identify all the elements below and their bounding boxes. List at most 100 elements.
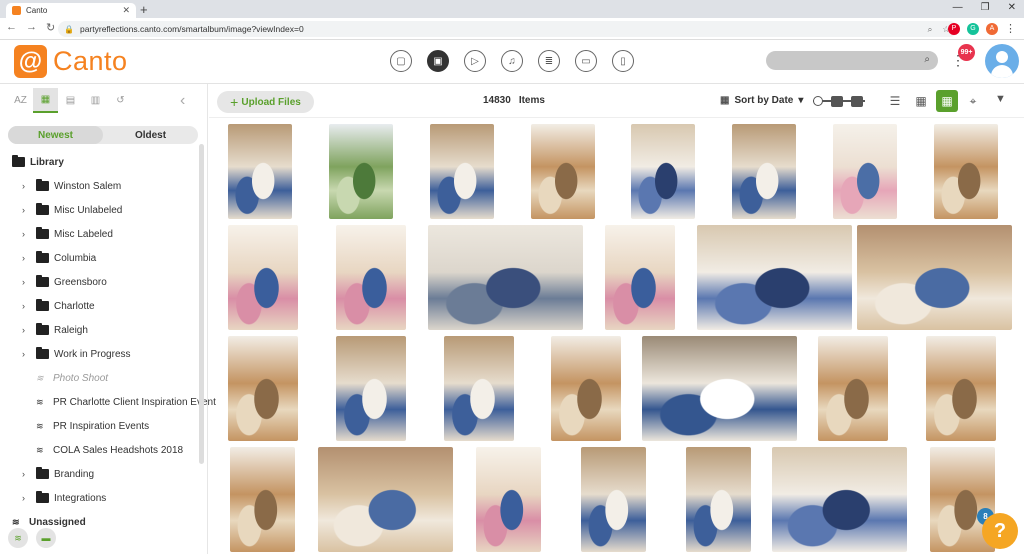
photo-thumbnail[interactable]	[430, 124, 494, 219]
grid-view-icon[interactable]: ▦	[910, 90, 932, 112]
layers-icon[interactable]: ≋	[8, 528, 28, 548]
photo-thumbnail[interactable]	[531, 124, 595, 219]
grammarly-extension-icon[interactable]: G	[967, 22, 979, 35]
tree-item[interactable]: › Raleigh	[22, 322, 88, 338]
back-icon[interactable]: ←	[6, 21, 17, 34]
photo-thumbnail[interactable]	[228, 124, 292, 219]
forward-icon[interactable]: →	[26, 21, 37, 34]
chevron-right-icon[interactable]: ›	[22, 469, 32, 479]
photo-thumbnail[interactable]	[228, 225, 298, 330]
help-button[interactable]: ?	[982, 513, 1018, 549]
photo-thumbnail[interactable]	[772, 447, 907, 552]
list-view-icon[interactable]: ☰	[884, 90, 906, 112]
reload-icon[interactable]: ↻	[46, 21, 55, 34]
tree-item[interactable]: ≋ PR Inspiration Events	[22, 418, 149, 434]
tree-item[interactable]: › Branding	[22, 466, 94, 482]
photo-thumbnail[interactable]	[642, 336, 797, 441]
tree-item[interactable]: › Misc Unlabeled	[22, 202, 122, 218]
masonry-view-icon[interactable]: ▦	[936, 90, 958, 112]
all-files-icon[interactable]: ▢	[390, 50, 412, 72]
other-files-icon[interactable]: ▯	[612, 50, 634, 72]
photo-thumbnail[interactable]	[833, 124, 897, 219]
documents-icon[interactable]: ≣	[538, 50, 560, 72]
thumbnail-size-slider[interactable]	[813, 96, 865, 107]
close-tab-icon[interactable]: ✕	[122, 5, 130, 16]
browser-tab[interactable]: Canto ✕	[6, 3, 136, 18]
tree-item[interactable]: ≋ Photo Shoot	[22, 370, 108, 386]
chevron-right-icon[interactable]: ›	[22, 301, 32, 311]
photo-thumbnail[interactable]	[697, 225, 852, 330]
photo-thumbnail[interactable]	[336, 225, 406, 330]
storage-icon[interactable]: ▥	[83, 88, 108, 113]
chevron-right-icon[interactable]: ›	[22, 493, 32, 503]
photo-thumbnail[interactable]	[934, 124, 998, 219]
chevron-right-icon[interactable]: ›	[22, 205, 32, 215]
images-icon[interactable]: ▣	[427, 50, 449, 72]
chevron-right-icon[interactable]: ›	[22, 349, 32, 359]
photo-thumbnail[interactable]	[228, 336, 298, 441]
chevron-right-icon[interactable]: ›	[22, 253, 32, 263]
photo-thumbnail[interactable]	[857, 225, 1012, 330]
photo-thumbnail[interactable]	[318, 447, 453, 552]
canto-logo[interactable]: @ Canto	[14, 45, 128, 78]
zoom-icon[interactable]: ⌕	[928, 24, 933, 35]
presentations-icon[interactable]: ▭	[575, 50, 597, 72]
tree-item[interactable]: › Columbia	[22, 250, 96, 266]
photo-thumbnail[interactable]	[686, 447, 751, 552]
audio-icon[interactable]: ♫	[501, 50, 523, 72]
photo-thumbnail[interactable]	[551, 336, 621, 441]
photo-thumbnail[interactable]	[818, 336, 888, 441]
minimize-icon[interactable]: —	[953, 2, 963, 13]
tree-item[interactable]: › Integrations	[22, 490, 106, 506]
archive-icon[interactable]: ▤	[58, 88, 83, 113]
tree-item[interactable]: › Winston Salem	[22, 178, 121, 194]
photo-thumbnail[interactable]	[230, 447, 295, 552]
browser-menu-icon[interactable]: ⋮	[1005, 22, 1016, 35]
url-field[interactable]: 🔒 partyreflections.canto.com/smartalbum/…	[58, 21, 958, 37]
avatar[interactable]	[985, 44, 1019, 78]
restore-icon[interactable]: ❐	[981, 2, 990, 13]
history-icon[interactable]: ↺	[108, 88, 133, 113]
photo-thumbnail[interactable]	[605, 225, 675, 330]
sort-oldest-button[interactable]: Oldest	[103, 126, 198, 144]
collapse-sidebar-icon[interactable]: ‹	[180, 92, 185, 110]
browser-tab-strip: Canto ✕ + — ❐ ✕	[0, 0, 1024, 18]
photo-thumbnail[interactable]	[428, 225, 583, 330]
tree-item[interactable]: › Work in Progress	[22, 346, 131, 362]
sort-newest-button[interactable]: Newest	[8, 126, 103, 144]
upload-files-button[interactable]: + Upload Files	[217, 91, 314, 113]
sidebar-scrollbar[interactable]	[199, 144, 204, 464]
folder-icon[interactable]: ▬	[36, 528, 56, 548]
photo-thumbnail[interactable]	[581, 447, 646, 552]
sort-by-dropdown[interactable]: ▦ Sort by Date ▾	[720, 95, 803, 106]
photo-thumbnail[interactable]	[476, 447, 541, 552]
tree-item[interactable]: › Greensboro	[22, 274, 107, 290]
search-input[interactable]: ⌕	[766, 51, 938, 70]
tree-item[interactable]: ≋ PR Charlotte Client Inspiration Event	[22, 394, 216, 410]
photo-thumbnail[interactable]	[329, 124, 393, 219]
profile-extension-icon[interactable]: A	[986, 22, 998, 35]
video-icon[interactable]: ▷	[464, 50, 486, 72]
chevron-right-icon[interactable]: ›	[22, 325, 32, 335]
sort-az-icon[interactable]: AZ	[8, 88, 33, 113]
photo-thumbnail[interactable]	[631, 124, 695, 219]
photo-thumbnail[interactable]	[732, 124, 796, 219]
photo-thumbnail[interactable]	[336, 336, 406, 441]
tree-item[interactable]: ≋ COLA Sales Headshots 2018	[22, 442, 183, 458]
search-icon[interactable]: ⌕	[924, 54, 930, 65]
filter-icon[interactable]: ▼	[995, 93, 1006, 105]
photo-thumbnail[interactable]	[926, 336, 996, 441]
photo-thumbnail[interactable]	[444, 336, 514, 441]
pinterest-extension-icon[interactable]: P	[948, 22, 960, 35]
map-view-icon[interactable]: ⌖	[962, 90, 984, 112]
tree-item[interactable]: › Charlotte	[22, 298, 95, 314]
tree-item[interactable]: Library	[12, 154, 64, 170]
notification-badge[interactable]: 99+	[958, 44, 975, 61]
calendar-icon[interactable]: ▦	[33, 88, 58, 113]
chevron-right-icon[interactable]: ›	[22, 277, 32, 287]
chevron-right-icon[interactable]: ›	[22, 181, 32, 191]
new-tab-icon[interactable]: +	[140, 2, 148, 17]
close-window-icon[interactable]: ✕	[1008, 2, 1016, 13]
chevron-right-icon[interactable]: ›	[22, 229, 32, 239]
tree-item[interactable]: › Misc Labeled	[22, 226, 113, 242]
